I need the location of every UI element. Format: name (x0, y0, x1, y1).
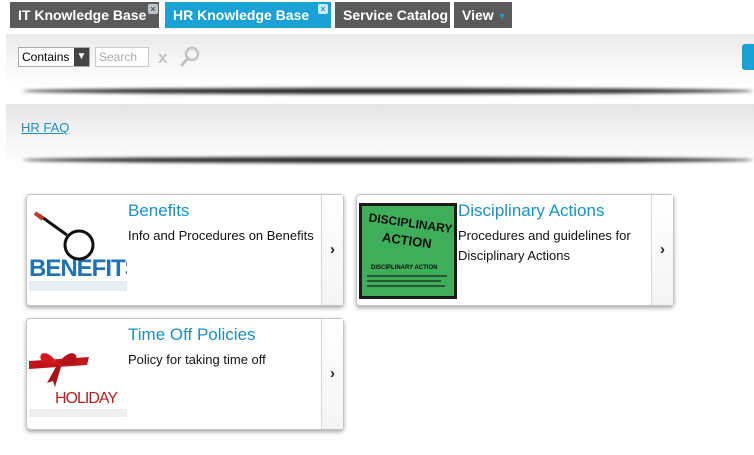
chevron-right-icon[interactable]: › (651, 195, 673, 305)
tab-label: Service Catalog (343, 7, 449, 23)
search-mode-value: Contains (22, 50, 70, 64)
close-icon[interactable]: × (148, 4, 158, 14)
divider-shadow (22, 157, 754, 163)
tab-label: View (462, 7, 494, 23)
edge-button[interactable] (742, 44, 754, 70)
svg-text:DISCIPLINARY ACTION: DISCIPLINARY ACTION (371, 265, 437, 271)
card-description: Policy for taking time off (128, 352, 266, 367)
holiday-image-text: HOLIDAY (55, 390, 118, 407)
close-icon[interactable]: × (318, 4, 328, 14)
chevron-right-icon[interactable]: › (321, 195, 343, 305)
caret-down-icon: ▼ (497, 11, 507, 21)
card-description: Info and Procedures on Benefits (128, 228, 314, 243)
tab-bar: IT Knowledge Base × HR Knowledge Base × … (0, 0, 754, 30)
holiday-ribbon-image: HOLIDAY (29, 327, 127, 423)
card-title[interactable]: Disciplinary Actions (458, 201, 604, 221)
search-input[interactable] (95, 47, 149, 67)
card-time-off-policies[interactable]: HOLIDAY Time Off Policies Policy for tak… (26, 318, 344, 430)
breadcrumb-bar: HR FAQ (6, 104, 754, 160)
disciplinary-sign-image: DISCIPLINARY ACTION DISCIPLINARY ACTION (359, 203, 457, 299)
card-title[interactable]: Benefits (128, 201, 189, 221)
tab-label: IT Knowledge Base (18, 7, 147, 23)
chevron-right-icon[interactable]: › (321, 319, 343, 429)
breadcrumb-hr-faq-link[interactable]: HR FAQ (21, 120, 69, 135)
clear-search-icon[interactable]: x (158, 48, 167, 68)
benefits-magnifier-image: BENEFITS (29, 203, 127, 299)
divider-shadow (22, 88, 754, 94)
tab-it-knowledge-base[interactable]: IT Knowledge Base × (10, 2, 159, 28)
tab-service-catalog[interactable]: Service Catalog (335, 2, 450, 28)
card-benefits[interactable]: BENEFITS Benefits Info and Procedures on… (26, 194, 344, 306)
card-disciplinary-actions[interactable]: DISCIPLINARY ACTION DISCIPLINARY ACTION … (356, 194, 674, 306)
card-title[interactable]: Time Off Policies (128, 325, 256, 345)
tab-hr-knowledge-base[interactable]: HR Knowledge Base × (165, 2, 331, 28)
search-toolbar: Contains ▼ x (6, 34, 754, 86)
card-description: Procedures and guidelines for Disciplina… (458, 228, 631, 263)
magnifier-icon[interactable] (179, 46, 201, 68)
chevron-down-icon: ▼ (74, 48, 89, 66)
tab-view[interactable]: View ▼ (454, 2, 512, 28)
tab-label: HR Knowledge Base (173, 7, 310, 23)
search-mode-select[interactable]: Contains ▼ (18, 47, 90, 67)
